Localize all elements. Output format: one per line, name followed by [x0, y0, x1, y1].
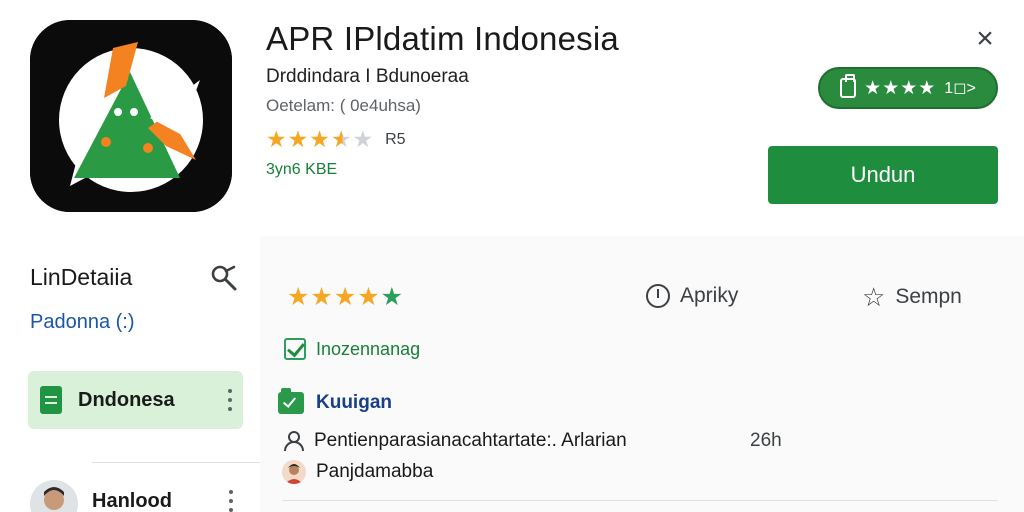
list-item[interactable]: Panjdamabba	[282, 460, 433, 484]
clipboard-icon	[840, 74, 857, 98]
list-item[interactable]: Pentienparasianacahtartate:. Arlarian	[282, 430, 627, 452]
sidebar-item-label: Dndonesa	[78, 388, 175, 411]
app-meta: Oetelam: ( 0e4uhsa)	[266, 96, 421, 115]
list-item-text: Panjdamabba	[316, 461, 434, 482]
close-icon[interactable]: ×	[968, 22, 1002, 56]
developer-name[interactable]: Drddindara I Bdunoeraa	[266, 66, 469, 88]
badge-text: 1◻>	[944, 80, 976, 97]
people-icon	[282, 430, 304, 452]
star-icon: ★	[309, 126, 330, 152]
app-size: 3yn6 KBE	[266, 161, 338, 178]
star-empty-icon: ★	[352, 126, 374, 152]
badge-stars: ★★★★	[864, 77, 937, 99]
apply-label: Apriky	[680, 284, 739, 307]
sidebar-title: LinDetaiia	[30, 264, 133, 290]
clock-icon	[646, 284, 670, 308]
app-logo-icon	[30, 20, 232, 212]
rating-stars: ★ ★ ★ ★ ★	[266, 128, 373, 151]
review-stars: ★★★★★	[287, 282, 404, 312]
star-outline-icon: ☆	[862, 282, 886, 312]
app-title: APR IPldatim Indonesia	[266, 20, 619, 57]
star-icon: ★	[287, 126, 309, 152]
apply-button[interactable]: Apriky	[646, 284, 738, 308]
list-item-text: Pentienparasianacahtartate:. Arlarian	[314, 430, 627, 451]
document-icon	[40, 386, 62, 414]
save-label: Sempn	[895, 285, 962, 308]
star-icon: ★	[266, 126, 287, 152]
install-button[interactable]: Undun	[768, 146, 998, 204]
rating-row: ★ ★ ★ ★ ★ R5	[266, 128, 406, 151]
feature-check[interactable]: Inozennanag	[284, 338, 420, 360]
section-title: Kuuigan	[316, 392, 392, 413]
sidebar-subtitle-link[interactable]: Padonna (:)	[30, 311, 135, 334]
avatar[interactable]	[30, 480, 78, 512]
search-icon[interactable]	[208, 262, 240, 294]
feature-check-label: Inozennanag	[316, 338, 421, 359]
save-button[interactable]: ☆ Sempn	[862, 284, 962, 310]
rating-count: R5	[385, 130, 406, 148]
star-half-icon: ★	[330, 126, 352, 152]
folder-check-icon	[278, 388, 304, 414]
section-heading: Kuuigan	[278, 388, 392, 414]
avatar	[282, 460, 306, 484]
sidebar-item-active[interactable]: Dndonesa	[28, 371, 243, 429]
rating-badge-button[interactable]: ★★★★ 1◻>	[818, 67, 998, 109]
main-divider	[282, 500, 998, 501]
review-stars-filled: ★★★★	[287, 283, 381, 311]
user-name: Hanlood	[92, 490, 172, 512]
sidebar-divider	[92, 462, 260, 463]
more-options-icon[interactable]	[227, 389, 233, 411]
more-options-icon[interactable]	[228, 490, 234, 512]
checkbox-icon[interactable]	[284, 338, 306, 360]
list-item-time: 26h	[750, 430, 782, 451]
review-star-last: ★	[380, 283, 405, 311]
